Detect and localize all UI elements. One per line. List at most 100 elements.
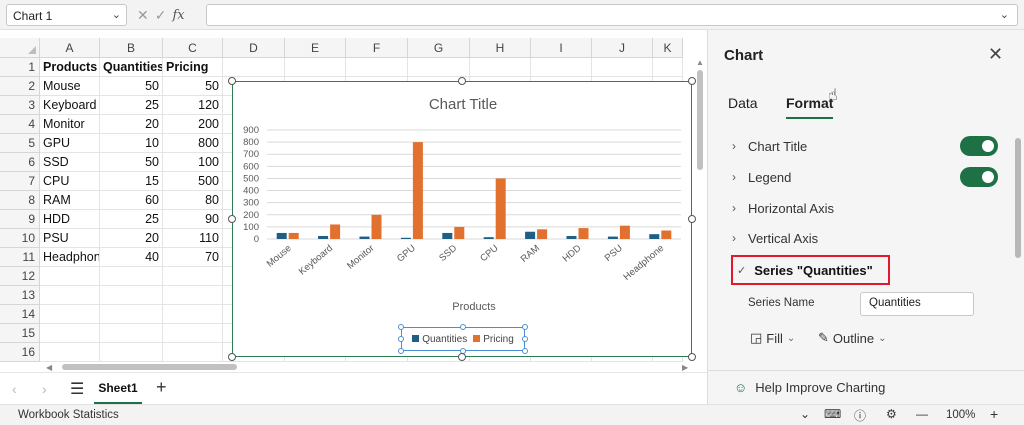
help-improve-link[interactable]: ☺ Help Improve Charting xyxy=(734,380,885,395)
cell[interactable]: Headphon xyxy=(40,248,100,267)
row-header[interactable]: 3 xyxy=(0,96,40,115)
cell[interactable]: PSU xyxy=(40,229,100,248)
cell[interactable] xyxy=(40,343,100,362)
column-header[interactable]: H xyxy=(470,38,531,58)
cell[interactable]: 10 xyxy=(100,134,163,153)
row-header[interactable]: 9 xyxy=(0,210,40,229)
insert-function-icon[interactable]: fx xyxy=(172,8,184,23)
resize-handle[interactable] xyxy=(228,353,236,361)
row-header[interactable]: 6 xyxy=(0,153,40,172)
tab-format[interactable]: Format xyxy=(786,95,834,119)
cell[interactable] xyxy=(531,58,592,77)
row-header[interactable]: 14 xyxy=(0,305,40,324)
cancel-icon[interactable]: ✕ xyxy=(137,7,149,24)
select-all-corner[interactable] xyxy=(0,38,40,58)
tab-data[interactable]: Data xyxy=(728,95,758,111)
row-header[interactable]: 5 xyxy=(0,134,40,153)
row-header[interactable]: 4 xyxy=(0,115,40,134)
cell[interactable] xyxy=(100,286,163,305)
cell[interactable] xyxy=(346,58,408,77)
cell[interactable]: CPU xyxy=(40,172,100,191)
sheet-list-icon[interactable]: ☰ xyxy=(70,379,84,399)
chevron-down-icon[interactable]: ⌄ xyxy=(112,8,121,21)
column-header[interactable]: I xyxy=(531,38,592,58)
cell[interactable]: 120 xyxy=(163,96,223,115)
column-header[interactable]: J xyxy=(592,38,653,58)
outline-button[interactable]: ✎ Outline ⌄ xyxy=(818,330,887,346)
section-horizontal-axis[interactable]: › Horizontal Axis xyxy=(732,198,834,218)
cell[interactable] xyxy=(163,305,223,324)
section-legend[interactable]: › Legend xyxy=(732,167,791,187)
legend-handle[interactable] xyxy=(398,324,404,330)
prev-sheet-icon[interactable]: ‹ xyxy=(12,381,17,397)
row-header[interactable]: 7 xyxy=(0,172,40,191)
chart-object[interactable]: Chart Title 0 100 200 300 400 500 600 700 800 900 M… xyxy=(232,81,692,357)
cell[interactable] xyxy=(163,267,223,286)
scroll-left-icon[interactable]: ◀ xyxy=(46,363,52,372)
row-header[interactable]: 11 xyxy=(0,248,40,267)
expand-formula-icon[interactable]: ⌄ xyxy=(1000,8,1009,21)
column-header[interactable]: E xyxy=(285,38,346,58)
cell[interactable]: 15 xyxy=(100,172,163,191)
next-sheet-icon[interactable]: › xyxy=(42,381,47,397)
column-header[interactable]: B xyxy=(100,38,163,58)
cell[interactable] xyxy=(100,305,163,324)
cell[interactable]: 800 xyxy=(163,134,223,153)
zoom-level[interactable]: 100% xyxy=(946,409,975,421)
cell[interactable]: 500 xyxy=(163,172,223,191)
cell[interactable]: 110 xyxy=(163,229,223,248)
cell[interactable]: Monitor xyxy=(40,115,100,134)
scroll-up-icon[interactable]: ▲ xyxy=(696,58,704,67)
cell[interactable]: 50 xyxy=(100,77,163,96)
row-header[interactable]: 15 xyxy=(0,324,40,343)
keyboard-icon[interactable]: ⌨ xyxy=(824,407,841,421)
resize-handle[interactable] xyxy=(458,77,466,85)
legend-toggle[interactable] xyxy=(960,167,998,187)
cell[interactable]: 100 xyxy=(163,153,223,172)
legend-handle[interactable] xyxy=(398,348,404,354)
row-header[interactable]: 2 xyxy=(0,77,40,96)
column-header[interactable]: F xyxy=(346,38,408,58)
cell[interactable]: 50 xyxy=(163,77,223,96)
cell[interactable]: 25 xyxy=(100,96,163,115)
cell[interactable]: 20 xyxy=(100,229,163,248)
row-header[interactable]: 12 xyxy=(0,267,40,286)
cell[interactable] xyxy=(653,58,683,77)
series-name-field[interactable]: Quantities xyxy=(860,292,974,316)
column-header[interactable]: D xyxy=(223,38,285,58)
panel-scrollbar[interactable] xyxy=(1014,128,1022,348)
section-chart-title[interactable]: › Chart Title xyxy=(732,136,807,156)
scroll-thumb[interactable] xyxy=(62,364,237,370)
resize-handle[interactable] xyxy=(688,77,696,85)
column-header[interactable]: K xyxy=(653,38,683,58)
chevron-down-icon[interactable]: ⌄ xyxy=(800,407,810,421)
cell[interactable] xyxy=(470,58,531,77)
resize-handle[interactable] xyxy=(228,77,236,85)
check-icon[interactable]: ✓ xyxy=(155,7,167,24)
cell[interactable] xyxy=(100,324,163,343)
cell[interactable] xyxy=(223,58,285,77)
row-header[interactable]: 1 xyxy=(0,58,40,77)
cell[interactable] xyxy=(100,267,163,286)
legend-handle[interactable] xyxy=(398,336,404,342)
cell[interactable]: SSD xyxy=(40,153,100,172)
cell[interactable] xyxy=(163,324,223,343)
fill-button[interactable]: ◲ Fill ⌄ xyxy=(750,330,795,346)
cell[interactable] xyxy=(40,267,100,286)
cell[interactable]: 60 xyxy=(100,191,163,210)
scroll-thumb[interactable] xyxy=(697,70,703,170)
add-sheet-button[interactable]: + xyxy=(156,377,167,398)
cell[interactable] xyxy=(40,324,100,343)
cell[interactable]: HDD xyxy=(40,210,100,229)
cell[interactable] xyxy=(408,58,470,77)
legend-handle[interactable] xyxy=(460,324,466,330)
cell[interactable] xyxy=(163,286,223,305)
cell[interactable]: 50 xyxy=(100,153,163,172)
resize-handle[interactable] xyxy=(228,215,236,223)
cell[interactable]: 70 xyxy=(163,248,223,267)
cell[interactable]: RAM xyxy=(40,191,100,210)
cell[interactable]: 200 xyxy=(163,115,223,134)
cell[interactable]: Quantities xyxy=(100,58,163,77)
cell[interactable]: Pricing xyxy=(163,58,223,77)
settings-icon[interactable]: ⚙ xyxy=(886,407,897,421)
